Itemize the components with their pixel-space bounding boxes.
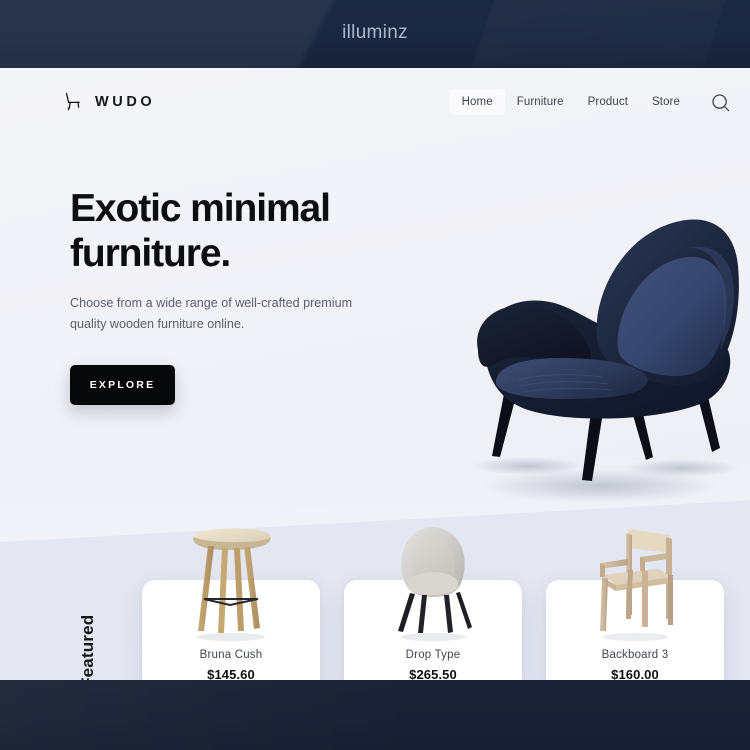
- product-price: $145.60: [207, 667, 255, 680]
- featured-cards-row: Bruna Cush $145.60 Drop Type $265.50 Bac…: [142, 515, 724, 680]
- nav-link-store[interactable]: Store: [640, 89, 692, 115]
- hero-copy: Exotic minimal furniture. Choose from a …: [70, 186, 410, 405]
- nav-link-home[interactable]: Home: [449, 89, 505, 115]
- product-name: Drop Type: [405, 649, 461, 661]
- chair-line-icon: [62, 90, 86, 114]
- app-topbar: illuminz: [0, 0, 750, 68]
- hero-title-line-2: furniture.: [70, 232, 231, 275]
- app-footer-band: [0, 680, 750, 750]
- product-meta: Drop Type $265.50: [344, 649, 522, 680]
- product-name: Backboard 3: [601, 649, 669, 661]
- product-card[interactable]: Bruna Cush $145.60: [142, 528, 320, 680]
- nav-link-product[interactable]: Product: [576, 89, 640, 115]
- hero-title: Exotic minimal furniture.: [70, 186, 410, 276]
- product-meta: Bruna Cush $145.60: [142, 649, 320, 680]
- product-name: Bruna Cush: [199, 649, 263, 661]
- site-logo-text: WUDO: [95, 94, 156, 110]
- product-meta: Backboard 3 $160.00: [546, 649, 724, 680]
- hero-title-line-1: Exotic minimal: [70, 187, 331, 230]
- app-screenshot: illuminz WUDO Home Furniture Product Sto…: [0, 0, 750, 750]
- product-image-armchair: [344, 513, 522, 643]
- hero-subtitle: Choose from a wide range of well-crafted…: [70, 296, 353, 331]
- site-navbar: WUDO Home Furniture Product Store: [0, 68, 750, 136]
- product-price: $265.50: [409, 667, 457, 680]
- footer-sheen: [0, 680, 420, 750]
- product-image-wood-chair: [546, 513, 724, 643]
- product-price: $160.00: [611, 667, 659, 680]
- product-card[interactable]: Backboard 3 $160.00: [546, 529, 724, 680]
- app-brand-title: illuminz: [342, 22, 408, 43]
- product-image-stool: [142, 513, 320, 643]
- site-logo[interactable]: WUDO: [62, 90, 155, 114]
- product-card[interactable]: Drop Type $265.50: [344, 527, 522, 680]
- featured-label-text: Featured: [78, 614, 97, 680]
- website-canvas: WUDO Home Furniture Product Store Featur…: [0, 68, 750, 680]
- nav-link-furniture[interactable]: Furniture: [505, 89, 576, 115]
- hero-product-image: [432, 198, 750, 508]
- search-icon[interactable]: [708, 90, 732, 114]
- site-nav-links: Home Furniture Product Store: [449, 68, 732, 136]
- explore-button[interactable]: EXPLORE: [70, 365, 175, 405]
